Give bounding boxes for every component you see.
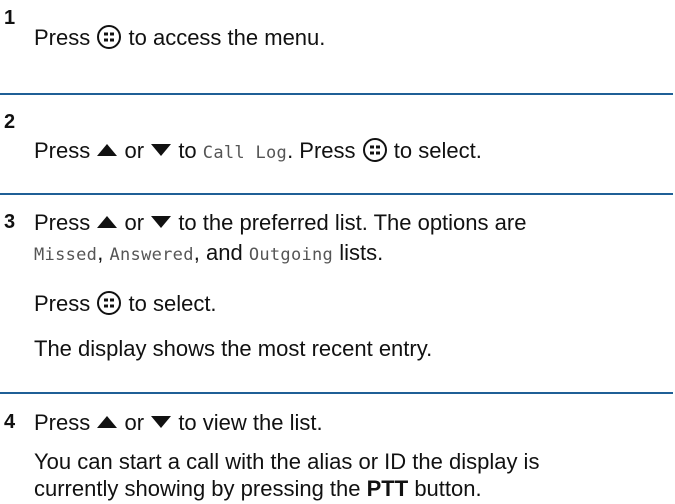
step-3-line-1: Press or to the preferred list. The opti…	[34, 208, 526, 237]
step-3-line-3: Press to select.	[34, 290, 217, 323]
separator	[0, 392, 673, 394]
step-3-text: to the preferred list. The options are	[178, 210, 527, 235]
option-outgoing: Outgoing	[248, 245, 334, 265]
view-list-text: to view the list.	[178, 410, 323, 435]
down-arrow-icon	[150, 208, 172, 236]
step-number: 2	[4, 111, 16, 133]
step-2-line: Press or to Call Log. Press to select.	[34, 136, 482, 170]
call-log-menu-label: Call Log	[202, 143, 288, 163]
press-text: Press	[34, 25, 91, 50]
step-2-end-text: to select.	[393, 138, 482, 163]
press-text: Press	[34, 410, 91, 435]
step-3-line-2: Missed, Answered, and Outgoing lists.	[34, 239, 383, 269]
up-arrow-icon	[96, 408, 118, 436]
lists-text: lists.	[339, 240, 384, 265]
step-4-line-1: Press or to view the list.	[34, 408, 323, 437]
step-number: 1	[4, 7, 16, 29]
or-text: or	[124, 210, 145, 235]
or-text: or	[124, 410, 145, 435]
or-text: or	[124, 138, 145, 163]
up-arrow-icon	[96, 208, 118, 236]
menu-ok-button-icon	[96, 290, 122, 323]
comma-text: ,	[97, 240, 104, 265]
press-text: . Press	[287, 138, 356, 163]
press-text: Press	[34, 210, 91, 235]
button-text: button.	[414, 476, 482, 501]
down-arrow-icon	[150, 408, 172, 436]
display-info-text: The display shows the most recent entry.	[34, 336, 433, 361]
press-text: Press	[34, 138, 91, 163]
option-missed: Missed	[34, 245, 98, 265]
step-number: 3	[4, 211, 16, 233]
step-4-line-2: You can start a call with the alias or I…	[34, 448, 539, 476]
up-arrow-icon	[96, 136, 118, 164]
step-number: 4	[4, 411, 16, 433]
down-arrow-icon	[150, 136, 172, 164]
press-text: Press	[34, 291, 91, 316]
to-text: to	[178, 138, 197, 163]
select-text: to select.	[128, 291, 217, 316]
separator	[0, 93, 673, 95]
option-answered: Answered	[109, 245, 194, 265]
menu-ok-button-icon	[96, 24, 122, 57]
call-info-text: You can start a call with the alias or I…	[34, 449, 540, 474]
ptt-button-label: PTT	[366, 476, 409, 501]
step-1-text: to access the menu.	[128, 25, 326, 50]
separator	[0, 193, 673, 195]
and-text: , and	[193, 240, 243, 265]
step-3-line-4: The display shows the most recent entry.	[34, 335, 432, 363]
call-info-text-continued: currently showing by pressing the	[34, 476, 361, 501]
step-1-line: Press to access the menu.	[34, 24, 325, 57]
menu-ok-button-icon	[362, 137, 388, 170]
step-4-line-3: currently showing by pressing the PTT bu…	[34, 475, 482, 503]
